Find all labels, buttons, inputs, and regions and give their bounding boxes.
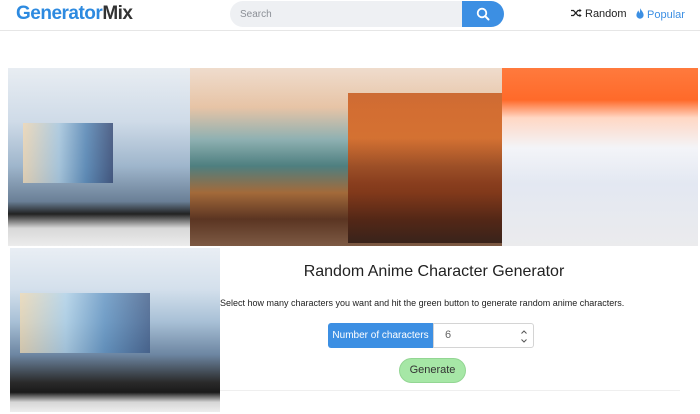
generate-button[interactable]: Generate bbox=[399, 358, 466, 383]
banner-panel-right bbox=[502, 68, 698, 246]
shuffle-icon bbox=[571, 8, 582, 18]
banner-image bbox=[8, 68, 698, 246]
banner-panel-left-hair bbox=[23, 123, 113, 183]
random-link[interactable]: Random bbox=[571, 8, 627, 20]
site-header: GeneratorMix Random Popular bbox=[0, 0, 700, 31]
thumb-hair bbox=[20, 293, 150, 353]
popular-link[interactable]: Popular bbox=[636, 8, 685, 21]
character-count-input[interactable]: 6 bbox=[433, 323, 534, 348]
search-button[interactable] bbox=[462, 1, 504, 27]
page-title: Random Anime Character Generator bbox=[303, 263, 565, 280]
logo-text-mix: Mix bbox=[102, 3, 133, 24]
site-logo[interactable]: GeneratorMix bbox=[16, 3, 133, 25]
chevron-down-icon[interactable] bbox=[520, 337, 528, 345]
random-label: Random bbox=[585, 8, 627, 20]
divider bbox=[220, 390, 680, 391]
search-bar bbox=[230, 1, 504, 27]
character-count-value: 6 bbox=[445, 329, 452, 341]
chevron-up-icon[interactable] bbox=[520, 328, 528, 336]
character-image bbox=[10, 248, 220, 412]
flame-icon bbox=[636, 8, 644, 19]
banner-panel-center-figure bbox=[348, 93, 508, 243]
character-count-label: Number of characters bbox=[328, 323, 433, 348]
character-count-group: Number of characters 6 bbox=[328, 323, 534, 348]
page-description: Select how many characters you want and … bbox=[220, 298, 625, 308]
logo-text-generator: Generator bbox=[16, 3, 103, 24]
popular-label: Popular bbox=[647, 9, 685, 21]
search-input[interactable] bbox=[230, 1, 466, 27]
generator-panel: Random Anime Character Generator Select … bbox=[220, 248, 700, 414]
search-icon bbox=[476, 7, 490, 21]
